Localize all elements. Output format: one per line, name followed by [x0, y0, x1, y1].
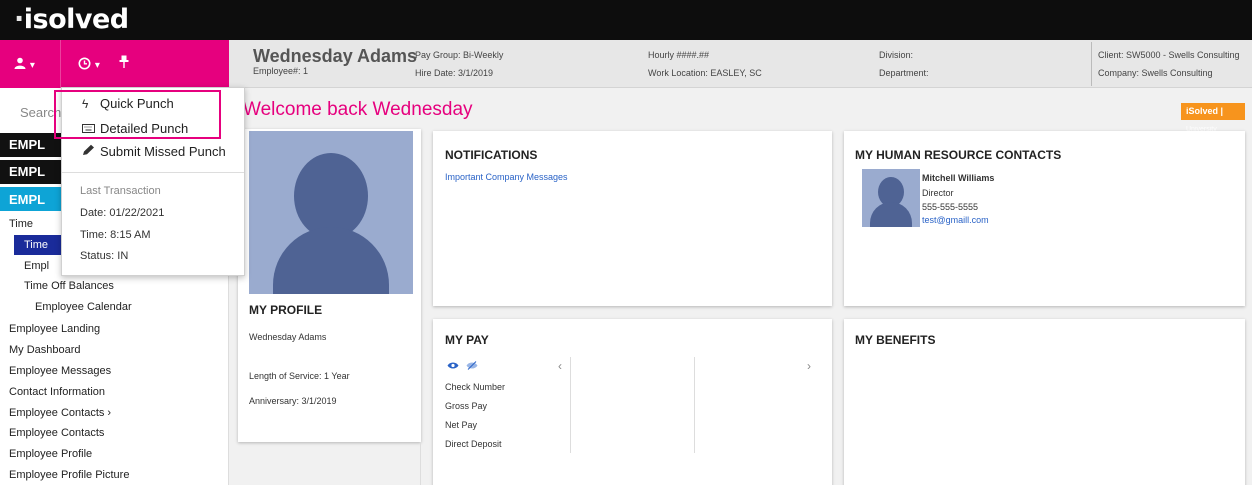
sidebar-item-my-dashboard[interactable]: My Dashboard — [9, 344, 81, 356]
check-number-label: Check Number — [445, 382, 506, 392]
pay-column-divider-1 — [570, 357, 571, 453]
direct-deposit-label: Direct Deposit — [445, 439, 502, 449]
hr-avatar-body-shape — [870, 202, 912, 227]
anniversary: Anniversary: 3/1/2019 — [249, 396, 337, 406]
employee-header: Wednesday Adams Employee#: 1 Pay Group: … — [229, 40, 1252, 88]
pay-column-divider-2 — [694, 357, 695, 453]
isolved-university-button[interactable]: iSolved | University — [1181, 103, 1245, 133]
pencil-icon — [82, 144, 100, 159]
hr-contact-role: Director — [922, 188, 954, 198]
hr-contact-email[interactable]: test@gmaill.com — [922, 215, 989, 225]
company: Company: Swells Consulting — [1098, 68, 1213, 78]
eye-icon[interactable] — [447, 361, 459, 370]
welcome-heading: Welcome back Wednesday — [243, 99, 473, 120]
department: Department: — [879, 68, 929, 78]
university-brand: iSolved — [1186, 106, 1219, 116]
sidebar-item-employee-messages[interactable]: Employee Messages — [9, 365, 111, 377]
header-divider — [1091, 42, 1092, 86]
profile-title: MY PROFILE — [249, 303, 323, 317]
menu-highlight-box — [54, 90, 221, 139]
last-transaction-time: Time: 8:15 AM — [80, 229, 151, 241]
hr-contact-photo — [862, 169, 920, 227]
avatar-body-shape — [273, 227, 389, 294]
hr-contacts-title: MY HUMAN RESOURCE CONTACTS — [855, 148, 1062, 162]
user-menu-caret: ▾ — [29, 60, 35, 71]
menu-divider — [62, 172, 244, 173]
employee-name: Wednesday Adams — [253, 46, 418, 66]
hr-contact-name: Mitchell Williams — [922, 173, 995, 183]
gross-pay-label: Gross Pay — [445, 401, 488, 411]
last-transaction-heading: Last Transaction — [80, 185, 161, 197]
user-menu-button[interactable]: ▾ — [14, 54, 35, 75]
sidebar-item-employee-profile[interactable]: Employee Profile — [9, 448, 92, 460]
toolbar-divider — [60, 40, 61, 88]
hourly-rate: Hourly ####.## — [648, 50, 710, 60]
my-pay-card — [433, 319, 832, 485]
eye-slash-icon[interactable] — [466, 361, 478, 370]
client: Client: SW5000 - Swells Consulting — [1098, 50, 1240, 60]
division: Division: — [879, 50, 914, 60]
net-pay-label: Net Pay — [445, 420, 478, 430]
submit-missed-punch-item[interactable]: Submit Missed Punch — [82, 144, 226, 159]
pin-icon — [119, 55, 129, 68]
work-location: Work Location: EASLEY, SC — [648, 68, 762, 78]
pin-button[interactable] — [119, 54, 129, 72]
sidebar-item-employee-contacts-group[interactable]: Employee Contacts › — [9, 407, 111, 419]
profile-name: Wednesday Adams — [249, 332, 327, 342]
sidebar-item-time-off-balances[interactable]: Time Off Balances — [24, 280, 114, 292]
last-transaction-status: Status: IN — [80, 250, 129, 262]
sidebar-item-time[interactable]: Time — [9, 218, 33, 230]
user-icon — [14, 57, 26, 69]
sidebar-item-employee[interactable]: Empl — [24, 260, 49, 272]
pay-next-button[interactable]: › — [807, 359, 811, 373]
time-clock-button[interactable]: ▾ — [78, 54, 100, 75]
notifications-title: NOTIFICATIONS — [445, 148, 538, 162]
sidebar-item-employee-profile-picture[interactable]: Employee Profile Picture — [9, 469, 129, 481]
sidebar-item-employee-landing[interactable]: Employee Landing — [9, 323, 100, 335]
time-clock-caret: ▾ — [94, 60, 100, 71]
sidebar-item-employee-contacts[interactable]: Employee Contacts — [9, 427, 104, 439]
company-messages-link[interactable]: Important Company Messages — [445, 172, 568, 182]
quick-toolbar: ▾ ▾ — [0, 40, 229, 88]
hire-date: Hire Date: 3/1/2019 — [415, 68, 494, 78]
profile-photo-placeholder[interactable] — [249, 131, 413, 294]
hr-contact-phone: 555-555-5555 — [922, 202, 979, 212]
isolved-logo[interactable]: ·isolved — [14, 4, 129, 36]
pay-prev-button[interactable]: ‹ — [558, 359, 562, 373]
my-benefits-title: MY BENEFITS — [855, 333, 936, 347]
my-pay-title: MY PAY — [445, 333, 489, 347]
last-transaction-date: Date: 01/22/2021 — [80, 207, 165, 219]
sidebar-item-employee-calendar[interactable]: Employee Calendar — [35, 301, 132, 313]
brand-bar: ·isolved — [0, 0, 1252, 40]
submit-missed-punch-label: Submit Missed Punch — [100, 144, 226, 159]
employee-number: Employee#: 1 — [253, 66, 309, 76]
length-of-service: Length of Service: 1 Year — [249, 371, 350, 381]
pay-group: Pay Group: Bi-Weekly — [415, 50, 504, 60]
sidebar-item-contact-information[interactable]: Contact Information — [9, 386, 105, 398]
profile-column-divider — [420, 442, 421, 485]
clock-icon — [78, 57, 91, 70]
